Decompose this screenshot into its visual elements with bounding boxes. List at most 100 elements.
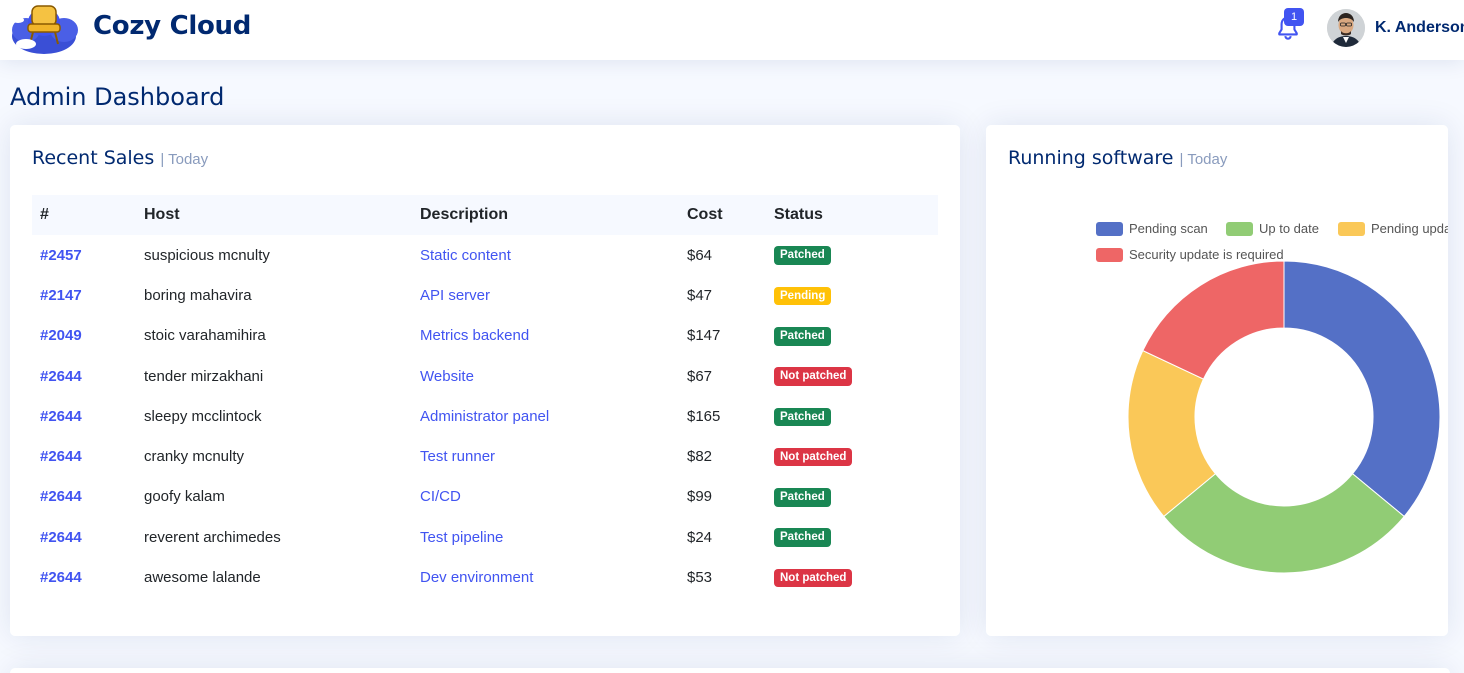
- recent-sales-card: Recent Sales | Today # Host Description …: [10, 125, 960, 636]
- bottom-card: [10, 668, 1450, 673]
- running-software-donut-chart: [1127, 260, 1441, 574]
- donut-slice[interactable]: [1163, 473, 1405, 574]
- row-id-cell: #2644: [32, 517, 136, 557]
- row-id-cell: #2457: [32, 235, 136, 275]
- row-status-cell: Not patched: [766, 557, 938, 597]
- table-row[interactable]: #2049 stoic varahamihira Metrics backend $1…: [32, 316, 938, 356]
- row-description-cell: Dev environment: [412, 557, 679, 597]
- status-badge: Pending: [774, 286, 832, 306]
- row-host: cranky mcnulty: [144, 448, 245, 466]
- row-id-link[interactable]: #2644: [40, 448, 82, 465]
- table-row[interactable]: #2644 cranky mcnulty Test runner $82 Not pat…: [32, 436, 938, 476]
- row-status-cell: Patched: [766, 235, 938, 275]
- row-description-cell: Test runner: [412, 436, 679, 476]
- row-status-cell: Not patched: [766, 436, 938, 476]
- row-id-link[interactable]: #2457: [40, 247, 82, 264]
- row-host: stoic varahamihira: [144, 327, 266, 345]
- row-description-link[interactable]: API server: [420, 287, 490, 304]
- row-id-link[interactable]: #2644: [40, 488, 82, 505]
- recent-sales-title-text: Recent Sales: [32, 147, 155, 169]
- row-id-link[interactable]: #2644: [40, 529, 82, 546]
- row-description-link[interactable]: Static content: [420, 247, 511, 264]
- row-description-cell: CI/CD: [412, 477, 679, 517]
- status-badge: Not patched: [774, 367, 853, 386]
- brand-name[interactable]: Cozy Cloud: [93, 11, 251, 41]
- row-status-cell: Patched: [766, 316, 938, 356]
- row-id-cell: #2644: [32, 356, 136, 396]
- notification-count-badge: 1: [1284, 8, 1304, 26]
- status-badge: Not patched: [774, 447, 853, 467]
- row-status-cell: Patched: [766, 477, 938, 517]
- user-name[interactable]: K. Anderson: [1375, 19, 1464, 37]
- column-header-cost[interactable]: Cost: [679, 195, 766, 235]
- row-description-link[interactable]: Website: [420, 368, 474, 385]
- status-badge: Not patched: [774, 568, 853, 588]
- row-status-cell: Patched: [766, 396, 938, 436]
- row-cost: $147: [687, 327, 721, 345]
- cloud-chair-logo[interactable]: [6, 0, 84, 58]
- row-status-cell: Pending: [766, 275, 938, 315]
- row-cost: $99: [687, 488, 713, 506]
- column-header-description[interactable]: Description: [412, 195, 679, 235]
- row-id-cell: #2147: [32, 275, 136, 315]
- row-cost: $165: [687, 407, 721, 425]
- row-host: tender mirzakhani: [144, 367, 264, 385]
- row-status-cell: Patched: [766, 517, 938, 557]
- row-host: awesome lalande: [144, 569, 261, 587]
- row-cost: $82: [687, 448, 713, 466]
- recent-sales-subtitle: | Today: [160, 151, 209, 168]
- row-cost: $53: [687, 569, 713, 587]
- column-header-status[interactable]: Status: [766, 195, 938, 235]
- row-host: goofy kalam: [144, 488, 225, 506]
- row-description-cell: API server: [412, 275, 679, 315]
- row-cost: $47: [687, 286, 713, 304]
- user-avatar[interactable]: [1327, 9, 1365, 47]
- row-description-link[interactable]: Metrics backend: [420, 327, 529, 344]
- row-id-cell: #2644: [32, 436, 136, 476]
- row-description-cell: Metrics backend: [412, 316, 679, 356]
- row-cost: $67: [687, 367, 713, 385]
- table-row[interactable]: #2644 goofy kalam CI/CD $99 Patched: [32, 477, 938, 517]
- table-row[interactable]: #2644 sleepy mcclintock Administrator pane…: [32, 396, 938, 436]
- status-badge: Patched: [774, 326, 831, 346]
- row-status-cell: Not patched: [766, 356, 938, 396]
- row-host: suspicious mcnulty: [144, 246, 270, 264]
- table-header-row: # Host Description Cost Status: [32, 195, 938, 235]
- row-host: boring mahavira: [144, 286, 252, 304]
- running-software-card: Running software | Today Pending scan Up …: [986, 125, 1448, 636]
- row-id-cell: #2644: [32, 477, 136, 517]
- row-cost: $64: [687, 246, 713, 264]
- row-description-link[interactable]: Administrator panel: [420, 408, 549, 425]
- row-description-cell: Administrator panel: [412, 396, 679, 436]
- row-id-link[interactable]: #2644: [40, 569, 82, 586]
- row-cost: $24: [687, 528, 713, 546]
- table-row[interactable]: #2644 tender mirzakhani Website $67 Not patc…: [32, 356, 938, 396]
- row-id-link[interactable]: #2147: [40, 287, 82, 304]
- recent-sales-table: # Host Description Cost Status #2457 susp…: [32, 195, 938, 598]
- table-row[interactable]: #2147 boring mahavira API server $47 Pending: [32, 275, 938, 315]
- row-description-cell: Static content: [412, 235, 679, 275]
- row-host: sleepy mcclintock: [144, 407, 262, 425]
- table-row[interactable]: #2644 reverent archimedes Test pipeline $24…: [32, 517, 938, 557]
- row-description-link[interactable]: Dev environment: [420, 569, 533, 586]
- row-description-link[interactable]: CI/CD: [420, 488, 461, 505]
- donut-slice[interactable]: [1283, 260, 1441, 518]
- row-id-link[interactable]: #2049: [40, 327, 82, 344]
- status-badge: Patched: [774, 246, 831, 265]
- table-row[interactable]: #2457 suspicious mcnulty Static content $64…: [32, 235, 938, 275]
- row-id-link[interactable]: #2644: [40, 408, 82, 425]
- row-description-cell: Website: [412, 356, 679, 396]
- page-title: Admin Dashboard: [10, 83, 225, 111]
- row-id-cell: #2049: [32, 316, 136, 356]
- status-badge: Patched: [774, 407, 831, 427]
- row-description-link[interactable]: Test runner: [420, 448, 495, 465]
- row-id-link[interactable]: #2644: [40, 368, 82, 385]
- column-header-host[interactable]: Host: [136, 195, 412, 235]
- column-header-id[interactable]: #: [32, 195, 136, 235]
- status-badge: Patched: [774, 528, 831, 548]
- row-host: reverent archimedes: [144, 528, 281, 546]
- row-description-link[interactable]: Test pipeline: [420, 529, 503, 546]
- row-description-cell: Test pipeline: [412, 517, 679, 557]
- status-badge: Patched: [774, 488, 831, 507]
- table-row[interactable]: #2644 awesome lalande Dev environment $53 No…: [32, 557, 938, 597]
